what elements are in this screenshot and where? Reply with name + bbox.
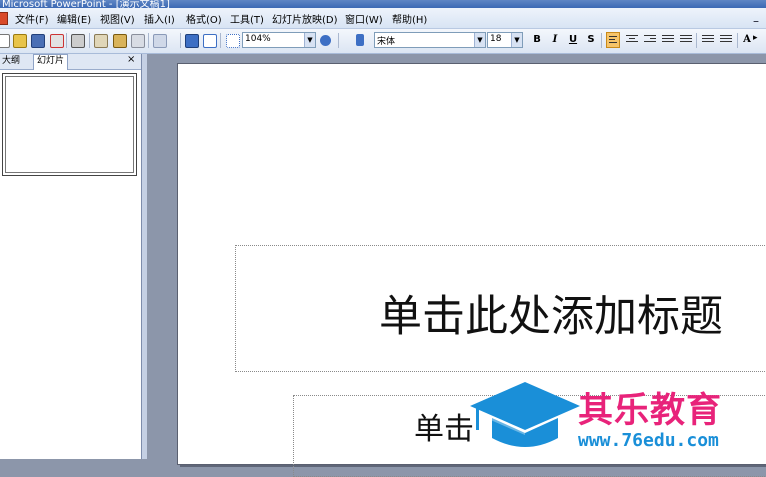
menu-tools[interactable]: 工具(T) xyxy=(230,11,264,26)
close-icon[interactable]: × xyxy=(127,54,135,65)
separator xyxy=(601,33,602,48)
align-left-icon[interactable] xyxy=(606,32,620,48)
title-placeholder[interactable]: 单击此处添加标题 xyxy=(235,245,766,372)
separator xyxy=(737,33,738,48)
font-name-select[interactable]: 宋体 ▼ xyxy=(374,32,486,48)
align-center-icon[interactable] xyxy=(626,34,638,47)
separator xyxy=(338,33,339,48)
font-size-select[interactable]: 18 ▼ xyxy=(487,32,523,48)
minimize-icon[interactable]: – xyxy=(753,14,759,28)
watermark-url: www.76edu.com xyxy=(578,430,719,451)
slide-thumbnail-frame xyxy=(5,76,134,173)
slides-pane: 大纲 幻灯片 × xyxy=(0,54,142,459)
zoom-value: 104% xyxy=(245,34,271,44)
menu-view[interactable]: 视图(V) xyxy=(100,11,135,26)
pane-tabs: 大纲 幻灯片 × xyxy=(0,54,141,70)
underline-button[interactable]: U xyxy=(567,34,579,45)
grid-icon[interactable] xyxy=(226,34,240,48)
separator xyxy=(180,33,181,48)
print-icon[interactable] xyxy=(71,34,85,48)
font-size-value: 18 xyxy=(490,34,502,44)
format-painter-icon[interactable] xyxy=(131,34,145,48)
new-icon[interactable] xyxy=(0,34,10,48)
menu-edit[interactable]: 编辑(E) xyxy=(57,11,91,26)
menu-insert[interactable]: 插入(I) xyxy=(144,11,175,26)
menu-format[interactable]: 格式(O) xyxy=(186,11,222,26)
menu-file[interactable]: 文件(F) xyxy=(15,11,49,26)
window-title: Microsoft PowerPoint - [演示文稿1] xyxy=(2,0,170,8)
separator xyxy=(66,33,67,48)
separator xyxy=(89,33,90,48)
graduation-cap-icon xyxy=(470,382,580,447)
tab-outline[interactable]: 大纲 xyxy=(0,55,23,68)
font-name-value: 宋体 xyxy=(377,37,396,47)
watermark-brand: 其乐教育 xyxy=(578,391,723,431)
menu-help[interactable]: 帮助(H) xyxy=(392,11,427,26)
bold-button[interactable]: B xyxy=(531,34,543,45)
menu-bar: 文件(F) 编辑(E) 视图(V) 插入(I) 格式(O) 工具(T) 幻灯片放… xyxy=(0,8,766,29)
paste-icon[interactable] xyxy=(113,34,127,48)
separator xyxy=(220,33,221,48)
separator xyxy=(148,33,149,48)
chevron-down-icon[interactable]: ▼ xyxy=(511,33,522,47)
title-bar: Microsoft PowerPoint - [演示文稿1] xyxy=(0,0,766,8)
toolbar-options-icon[interactable] xyxy=(356,34,364,46)
open-icon[interactable] xyxy=(13,34,27,48)
slide-thumbnail[interactable] xyxy=(2,73,137,176)
align-right-icon[interactable] xyxy=(644,34,656,47)
justify-icon[interactable] xyxy=(662,34,674,47)
chevron-down-icon[interactable]: ▼ xyxy=(304,33,315,47)
document-icon[interactable] xyxy=(0,12,8,25)
italic-button[interactable]: I xyxy=(549,34,561,45)
chevron-down-icon[interactable]: ▼ xyxy=(474,33,485,47)
bullets-icon[interactable] xyxy=(720,34,732,47)
distribute-icon[interactable] xyxy=(680,34,692,47)
zoom-select[interactable]: 104% ▼ xyxy=(242,32,316,48)
numbering-icon[interactable] xyxy=(702,34,714,47)
toolbar: 104% ▼ 宋体 ▼ 18 ▼ B I U S A ▸ xyxy=(0,29,766,54)
permission-icon[interactable] xyxy=(50,34,64,48)
subtitle-placeholder-text: 单击 xyxy=(414,412,474,447)
undo-icon[interactable] xyxy=(153,34,167,48)
insert-table-icon[interactable] xyxy=(203,34,217,48)
menu-slideshow[interactable]: 幻灯片放映(D) xyxy=(272,11,338,26)
shadow-button[interactable]: S xyxy=(585,34,597,45)
separator xyxy=(696,33,697,48)
save-icon[interactable] xyxy=(31,34,45,48)
help-icon[interactable] xyxy=(320,35,331,46)
more-options-icon[interactable]: ▸ xyxy=(753,33,758,43)
insert-chart-icon[interactable] xyxy=(185,34,199,48)
title-placeholder-text: 单击此处添加标题 xyxy=(379,292,723,342)
menu-window[interactable]: 窗口(W) xyxy=(345,11,383,26)
tab-slides[interactable]: 幻灯片 xyxy=(33,54,69,70)
copy-icon[interactable] xyxy=(94,34,108,48)
increase-font-button[interactable]: A xyxy=(741,34,753,45)
